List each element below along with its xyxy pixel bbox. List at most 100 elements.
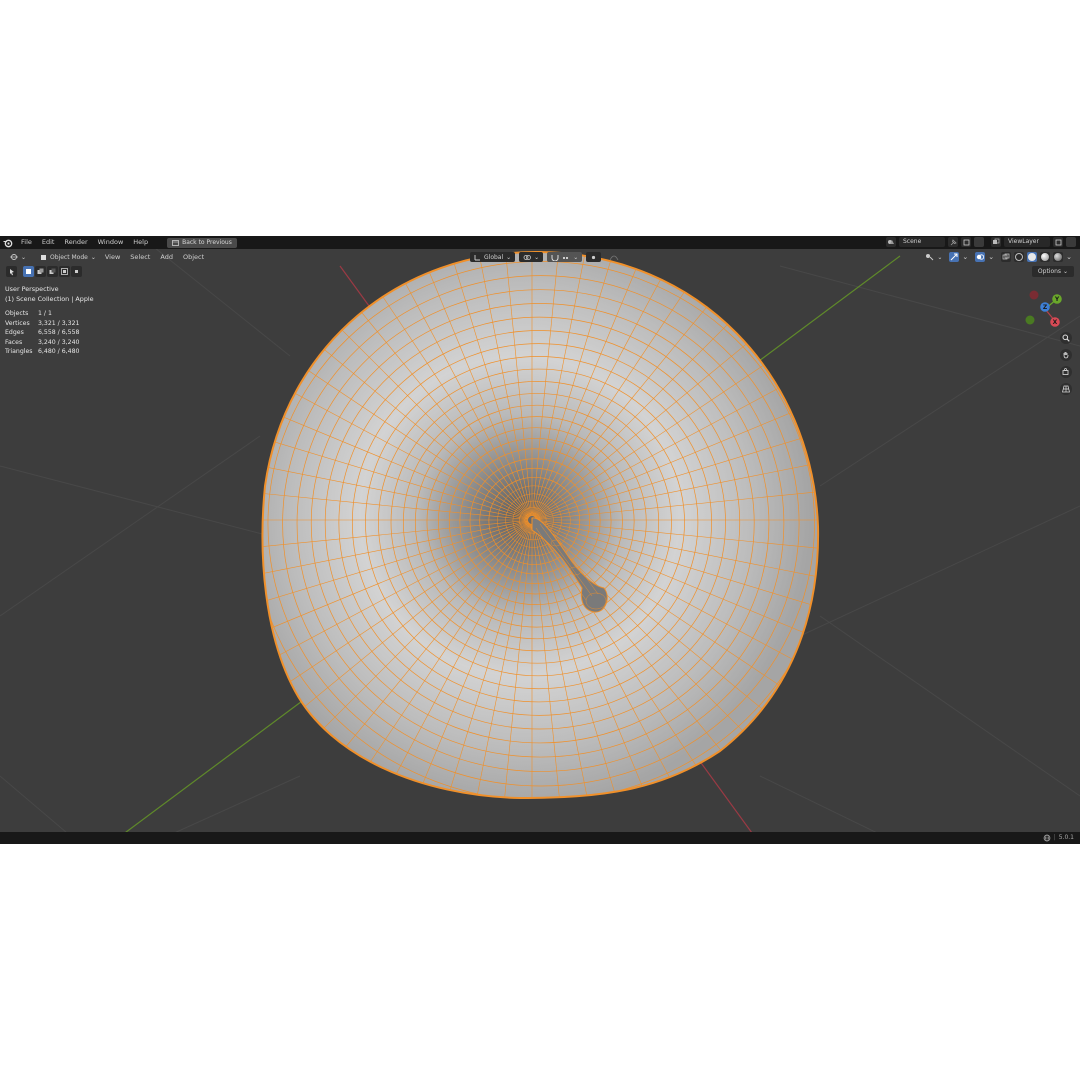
stat-label: Triangles [5, 348, 33, 356]
gizmo-neg-x-handle[interactable] [1029, 290, 1039, 300]
select-difference-button[interactable] [59, 266, 70, 277]
select-intersect-icon [75, 270, 78, 273]
new-view-layer-icon[interactable] [1053, 237, 1063, 247]
menu-object[interactable]: Object [178, 250, 209, 264]
object-mode-icon [41, 254, 47, 260]
snap-increment-icon [563, 256, 569, 259]
version-info: | 5.0.1 [1043, 832, 1074, 844]
stat-value: 3,321 / 3,321 [38, 319, 80, 327]
xray-icon [1002, 253, 1010, 260]
shading-wireframe-button[interactable] [1014, 252, 1025, 262]
chevron-down-icon[interactable]: ⌄ [1066, 253, 1072, 261]
chevron-down-icon: ⌄ [506, 253, 512, 261]
xray-toggle[interactable] [1001, 252, 1012, 262]
menu-view[interactable]: View [100, 250, 125, 264]
viewport-info-overlay: User Perspective (1) Scene Collection | … [5, 284, 94, 304]
overlays-icon [977, 254, 985, 260]
view-layer-field[interactable]: ViewLayer [1004, 237, 1050, 247]
proportional-editing-toggle[interactable] [586, 252, 602, 262]
select-subtract-button[interactable] [47, 266, 58, 277]
stat-row: Vertices 3,321 / 3,321 [5, 319, 79, 329]
material-sphere-icon [1041, 253, 1050, 261]
select-difference-icon [61, 268, 68, 275]
visibility-dropdown[interactable]: ⌄ [921, 252, 946, 262]
pivot-point-dropdown[interactable]: ⌄ [519, 252, 544, 262]
gizmo-neg-y-handle[interactable] [1025, 315, 1035, 325]
chevron-down-icon: ⌄ [534, 253, 540, 261]
select-new-button[interactable] [23, 266, 34, 277]
stat-value: 1 / 1 [38, 310, 52, 317]
navigation-gizmo[interactable]: Y X Z [1024, 286, 1068, 330]
cursor-arrow-icon [9, 268, 14, 275]
magnifier-icon [1062, 334, 1070, 342]
selectability-icon [926, 254, 934, 261]
rendered-sphere-icon [1054, 253, 1063, 261]
back-to-previous-button[interactable]: Back to Previous [167, 237, 237, 248]
gizmo-z-label: Z [1043, 304, 1048, 311]
menu-edit[interactable]: Edit [37, 236, 60, 249]
delete-view-layer-icon[interactable] [1066, 237, 1076, 247]
camera-view-button[interactable] [1060, 366, 1072, 378]
mode-dropdown[interactable]: Object Mode ⌄ [36, 252, 100, 262]
shading-rendered-button[interactable] [1053, 252, 1064, 262]
falloff-curve-icon [609, 255, 619, 260]
pin-icon[interactable] [948, 237, 958, 247]
scene-statistics: Objects 1 / 1 Vertices 3,321 / 3,321 Edges… [5, 309, 79, 357]
options-dropdown[interactable]: Options ⌄ [1031, 266, 1074, 277]
menu-select[interactable]: Select [125, 250, 155, 264]
overlays-toggle[interactable] [975, 252, 986, 262]
editor-type-icon [10, 254, 18, 260]
menu-add[interactable]: Add [155, 250, 178, 264]
chevron-down-icon: ⌄ [21, 253, 27, 261]
shading-material-button[interactable] [1040, 252, 1051, 262]
scene-field[interactable]: Scene [899, 237, 945, 247]
stat-row: Objects 1 / 1 [5, 309, 79, 319]
gizmo-arrow-icon [951, 253, 958, 261]
stat-row: Faces 3,240 / 3,240 [5, 338, 79, 348]
pan-button[interactable] [1060, 349, 1072, 361]
chevron-down-icon[interactable]: ⌄ [962, 253, 968, 261]
chevron-down-icon[interactable]: ⌄ [988, 253, 994, 261]
proportional-circle-icon [592, 255, 596, 259]
gizmo-y-label: Y [1054, 296, 1060, 303]
menu-window[interactable]: Window [93, 236, 129, 249]
menu-help[interactable]: Help [128, 236, 153, 249]
shading-solid-button[interactable] [1027, 252, 1038, 262]
perspective-toggle-button[interactable] [1060, 383, 1072, 395]
viewport-header: ⌄ Object Mode ⌄ View Select Add Object G… [0, 250, 1080, 264]
proportional-falloff-dropdown[interactable] [605, 252, 623, 262]
chevron-down-icon: ⌄ [90, 253, 96, 261]
menu-render[interactable]: Render [59, 236, 92, 249]
transform-orientation-dropdown[interactable]: Global ⌄ [470, 252, 516, 262]
select-tool-button[interactable] [6, 266, 17, 277]
delete-scene-icon[interactable] [974, 237, 984, 247]
blender-logo-icon[interactable] [3, 238, 13, 248]
apple-mesh[interactable] [192, 236, 872, 844]
version-label: 5.0.1 [1058, 834, 1074, 841]
zoom-button[interactable] [1060, 332, 1072, 344]
select-intersect-button[interactable] [71, 266, 82, 277]
snapping-toggle[interactable]: ⌄ [547, 252, 583, 262]
view-layer-icon[interactable] [991, 237, 1001, 247]
select-extend-icon [37, 268, 44, 274]
scene-type-icon[interactable] [886, 237, 896, 247]
stat-value: 6,558 / 6,558 [38, 329, 80, 337]
select-extend-button[interactable] [35, 266, 46, 277]
menu-file[interactable]: File [16, 236, 37, 249]
orientation-axis-icon [474, 254, 480, 260]
editor-type-dropdown[interactable]: ⌄ [6, 252, 30, 262]
tool-settings-row [6, 266, 82, 277]
new-scene-icon[interactable] [961, 237, 971, 247]
screen-back-icon [172, 239, 179, 246]
grid-perspective-icon [1062, 385, 1070, 393]
selection-mode-group [23, 266, 82, 277]
stat-row: Edges 6,558 / 6,558 [5, 328, 79, 338]
navigation-tools [1060, 332, 1072, 395]
3d-viewport[interactable] [0, 236, 1080, 844]
orientation-label: Global [484, 253, 504, 261]
stat-value: 3,240 / 3,240 [38, 338, 80, 346]
stat-row: Triangles 6,480 / 6,480 [5, 347, 79, 357]
perspective-label: User Perspective [5, 285, 59, 293]
gizmo-toggle[interactable] [949, 252, 960, 262]
chevron-down-icon: ⌄ [937, 253, 943, 261]
